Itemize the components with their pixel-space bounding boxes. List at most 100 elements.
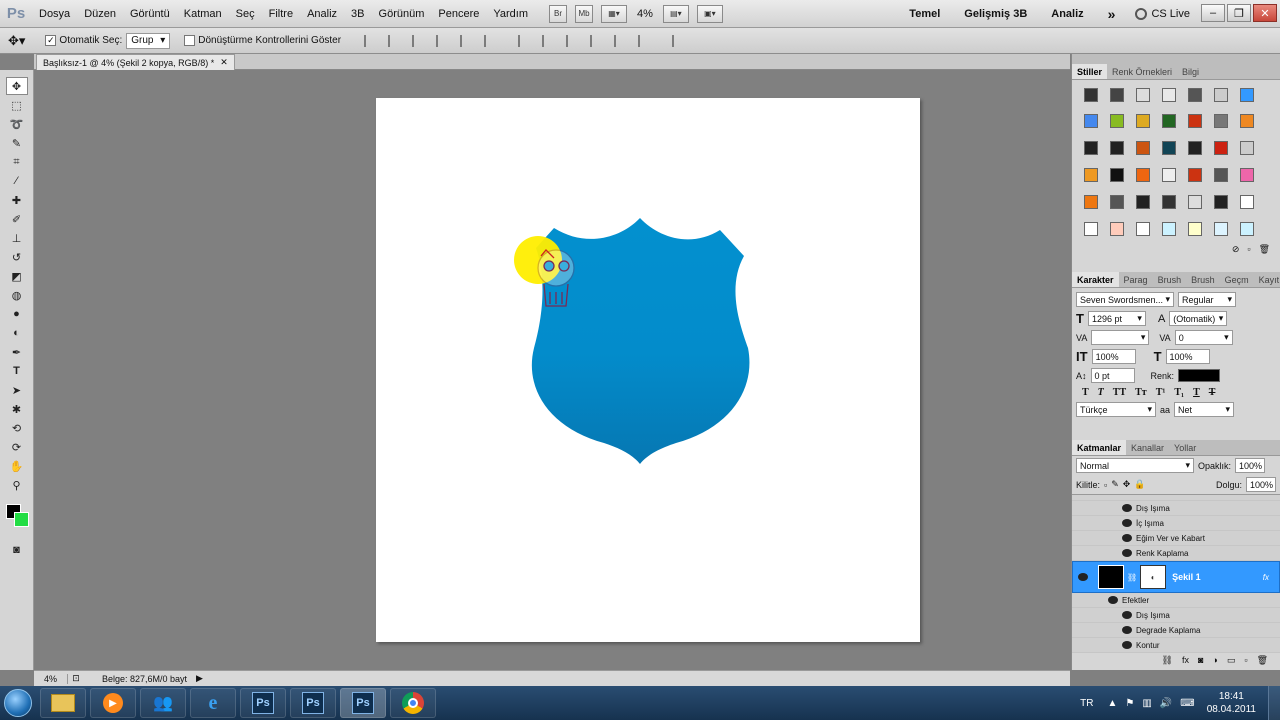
workspace-more-button[interactable]: »: [1096, 6, 1128, 22]
style-swatch[interactable]: [1234, 82, 1259, 107]
lock-position-icon[interactable]: ✥: [1123, 479, 1131, 490]
style-swatch[interactable]: [1130, 162, 1155, 187]
clone-stamp-tool-icon[interactable]: ⊥: [6, 229, 28, 247]
close-button[interactable]: ✕: [1253, 4, 1277, 22]
3d-orbit-tool-icon[interactable]: ⟳: [6, 438, 28, 456]
distribute-right-icon[interactable]: [638, 34, 652, 47]
dodge-tool-icon[interactable]: ◐: [6, 324, 28, 342]
menu-item-3[interactable]: Katman: [177, 0, 229, 28]
delete-style-icon[interactable]: 🗑: [1259, 244, 1270, 258]
taskbar-media-player[interactable]: ▶: [90, 688, 136, 718]
menu-item-0[interactable]: Dosya: [32, 0, 77, 28]
eye-icon[interactable]: [1108, 596, 1118, 604]
move-tool-icon[interactable]: ✥: [5, 77, 28, 95]
style-swatch[interactable]: [1208, 189, 1233, 214]
fx-icon[interactable]: fx: [1263, 573, 1269, 582]
status-zoom[interactable]: 4%: [34, 673, 68, 684]
style-swatch[interactable]: [1234, 216, 1259, 241]
style-swatch[interactable]: [1234, 136, 1259, 161]
network-icon[interactable]: ▥: [1142, 698, 1151, 709]
font-style-dropdown[interactable]: Regular ▾: [1178, 292, 1236, 307]
leading-field[interactable]: (Otomatik) ▾: [1169, 311, 1228, 326]
blend-mode-dropdown[interactable]: Normal ▾: [1076, 458, 1194, 473]
mini-bridge-button[interactable]: Mb: [575, 4, 593, 23]
baseline-shift-field[interactable]: 0 pt: [1090, 368, 1135, 383]
panel-tab-1[interactable]: Parag: [1119, 272, 1153, 287]
taskbar-photoshop-2[interactable]: Ps: [290, 688, 336, 718]
status-zoom-icon[interactable]: ⊡: [68, 673, 84, 684]
pen-tool-icon[interactable]: ✒: [6, 343, 28, 361]
style-swatch[interactable]: [1078, 162, 1103, 187]
menu-item-7[interactable]: 3B: [344, 0, 371, 28]
effects-group-row[interactable]: Efektler: [1072, 593, 1280, 608]
bridge-button[interactable]: Br: [549, 4, 567, 23]
shape-tool-icon[interactable]: ✱: [6, 400, 28, 418]
kerning-field[interactable]: ▾: [1091, 330, 1150, 345]
taskbar-internet-explorer[interactable]: e: [190, 688, 236, 718]
style-swatch[interactable]: [1208, 109, 1233, 134]
adjustment-layer-icon[interactable]: ◑: [1212, 655, 1217, 665]
effect-row[interactable]: Eğim Ver ve Kabart: [1072, 531, 1280, 546]
effect-row[interactable]: Kontur: [1072, 638, 1280, 653]
style-swatch[interactable]: [1182, 82, 1207, 107]
show-hidden-icons-icon[interactable]: ▲: [1107, 698, 1117, 709]
status-menu-arrow-icon[interactable]: ▶: [196, 673, 203, 684]
style-swatch[interactable]: [1182, 162, 1207, 187]
menu-item-1[interactable]: Düzen: [77, 0, 123, 28]
taskbar-chrome[interactable]: [390, 688, 436, 718]
style-swatch[interactable]: [1078, 189, 1103, 214]
horizontal-scale-field[interactable]: 100%: [1165, 349, 1210, 364]
screen-mode-button[interactable]: ▣▾: [696, 4, 723, 23]
new-group-icon[interactable]: ▭: [1227, 655, 1236, 666]
style-swatch[interactable]: [1208, 136, 1233, 161]
style-swatch[interactable]: [1208, 216, 1233, 241]
effect-row[interactable]: Dış Işıma: [1072, 501, 1280, 516]
panel-tab-1[interactable]: Renk Örnekleri: [1107, 64, 1177, 79]
style-swatch[interactable]: [1156, 136, 1181, 161]
panel-tab-0[interactable]: Katmanlar: [1072, 440, 1127, 455]
distribute-vcenter-icon[interactable]: [542, 34, 556, 47]
style-swatch[interactable]: [1156, 216, 1181, 241]
distribute-hcenter-icon[interactable]: [614, 34, 628, 47]
effect-row[interactable]: Renk Kaplama: [1072, 546, 1280, 561]
style-swatch[interactable]: [1104, 189, 1129, 214]
menu-item-5[interactable]: Filtre: [262, 0, 300, 28]
blur-tool-icon[interactable]: ●: [6, 305, 28, 323]
style-swatch[interactable]: [1130, 216, 1155, 241]
style-swatch[interactable]: [1182, 189, 1207, 214]
strikethrough-button[interactable]: T: [1209, 387, 1216, 398]
style-swatch[interactable]: [1156, 189, 1181, 214]
style-swatch[interactable]: [1208, 162, 1233, 187]
style-swatch[interactable]: [1234, 109, 1259, 134]
align-vcenter-icon[interactable]: [388, 34, 402, 47]
lock-transparent-icon[interactable]: ▫: [1104, 480, 1107, 490]
taskbar-messenger[interactable]: 👥: [140, 688, 186, 718]
underline-button[interactable]: T: [1193, 387, 1200, 398]
clear-style-icon[interactable]: ⊘: [1232, 244, 1240, 258]
align-top-icon[interactable]: [364, 34, 378, 47]
small-caps-button[interactable]: Tт: [1135, 387, 1147, 398]
add-mask-icon[interactable]: ◙: [1198, 655, 1203, 665]
panel-tab-3[interactable]: Brush: [1186, 272, 1220, 287]
style-swatch[interactable]: [1104, 216, 1129, 241]
style-swatch[interactable]: [1234, 162, 1259, 187]
panel-tab-4[interactable]: Geçm: [1220, 272, 1254, 287]
keyboard-icon[interactable]: ⌨: [1180, 698, 1194, 709]
tracking-field[interactable]: 0 ▾: [1174, 330, 1233, 345]
panel-tab-1[interactable]: Kanallar: [1126, 440, 1169, 455]
menu-item-4[interactable]: Seç: [229, 0, 262, 28]
minimize-button[interactable]: –: [1201, 4, 1225, 22]
style-swatch[interactable]: [1104, 162, 1129, 187]
effect-row[interactable]: Degrade Kaplama: [1072, 623, 1280, 638]
crop-tool-icon[interactable]: ⌗: [6, 153, 28, 171]
restore-button[interactable]: ❐: [1227, 4, 1251, 22]
align-right-icon[interactable]: [484, 34, 498, 47]
opacity-field[interactable]: 100%: [1235, 458, 1266, 473]
taskbar-photoshop-1[interactable]: Ps: [240, 688, 286, 718]
close-tab-icon[interactable]: ✕: [220, 57, 228, 68]
style-swatch[interactable]: [1078, 136, 1103, 161]
style-swatch[interactable]: [1130, 136, 1155, 161]
faux-bold-button[interactable]: T: [1082, 387, 1089, 398]
auto-align-icon[interactable]: [672, 34, 686, 47]
menu-item-2[interactable]: Görüntü: [123, 0, 177, 28]
